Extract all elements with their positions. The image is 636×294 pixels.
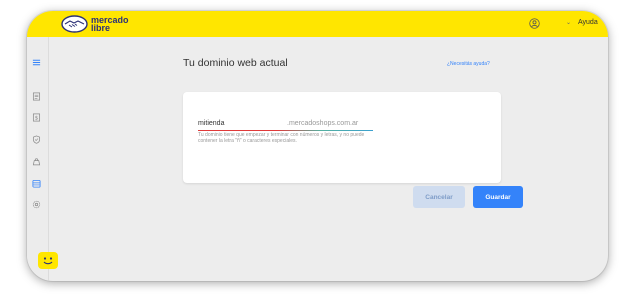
cancel-button[interactable]: Cancelar bbox=[413, 186, 465, 208]
top-bar: mercado libre ⌄ Ayuda bbox=[27, 11, 608, 37]
domain-suffix: .mercadoshops.com.ar bbox=[287, 120, 359, 127]
help-link[interactable]: ¿Necesitás ayuda? bbox=[447, 61, 490, 67]
assistant-bot-icon[interactable] bbox=[38, 252, 58, 269]
logo-wordmark: mercado libre bbox=[91, 16, 129, 33]
menu-icon[interactable] bbox=[32, 58, 41, 67]
app-window: mercado libre ⌄ Ayuda $ Tu dominio web a… bbox=[27, 11, 608, 281]
receipt-icon[interactable] bbox=[32, 92, 41, 101]
page-title: Tu dominio web actual bbox=[183, 57, 288, 69]
help-menu[interactable]: Ayuda bbox=[578, 19, 598, 26]
sidebar: $ bbox=[27, 37, 49, 281]
bag-icon[interactable] bbox=[32, 157, 41, 166]
chevron-down-icon[interactable]: ⌄ bbox=[566, 19, 571, 26]
store-icon[interactable] bbox=[32, 179, 41, 188]
main-content: Tu dominio web actual ¿Necesitás ayuda? … bbox=[49, 37, 608, 281]
handshake-logo-icon bbox=[61, 15, 88, 33]
save-button[interactable]: Guardar bbox=[473, 186, 523, 208]
money-icon[interactable]: $ bbox=[32, 113, 41, 122]
smiley-icon bbox=[43, 257, 53, 265]
user-icon[interactable] bbox=[529, 18, 540, 29]
domain-hint: Tu dominio tiene que empezar y terminar … bbox=[198, 132, 365, 144]
logo-line-2: libre bbox=[91, 23, 111, 33]
settings-icon[interactable] bbox=[32, 200, 41, 209]
domain-field[interactable]: mitienda .mercadoshops.com.ar bbox=[198, 120, 373, 131]
svg-text:$: $ bbox=[35, 116, 38, 122]
mercadolibre-logo[interactable]: mercado libre bbox=[61, 13, 129, 35]
shield-icon[interactable] bbox=[32, 135, 41, 144]
domain-card: mitienda .mercadoshops.com.ar Tu dominio… bbox=[183, 92, 501, 183]
domain-input[interactable]: mitienda bbox=[198, 120, 224, 127]
